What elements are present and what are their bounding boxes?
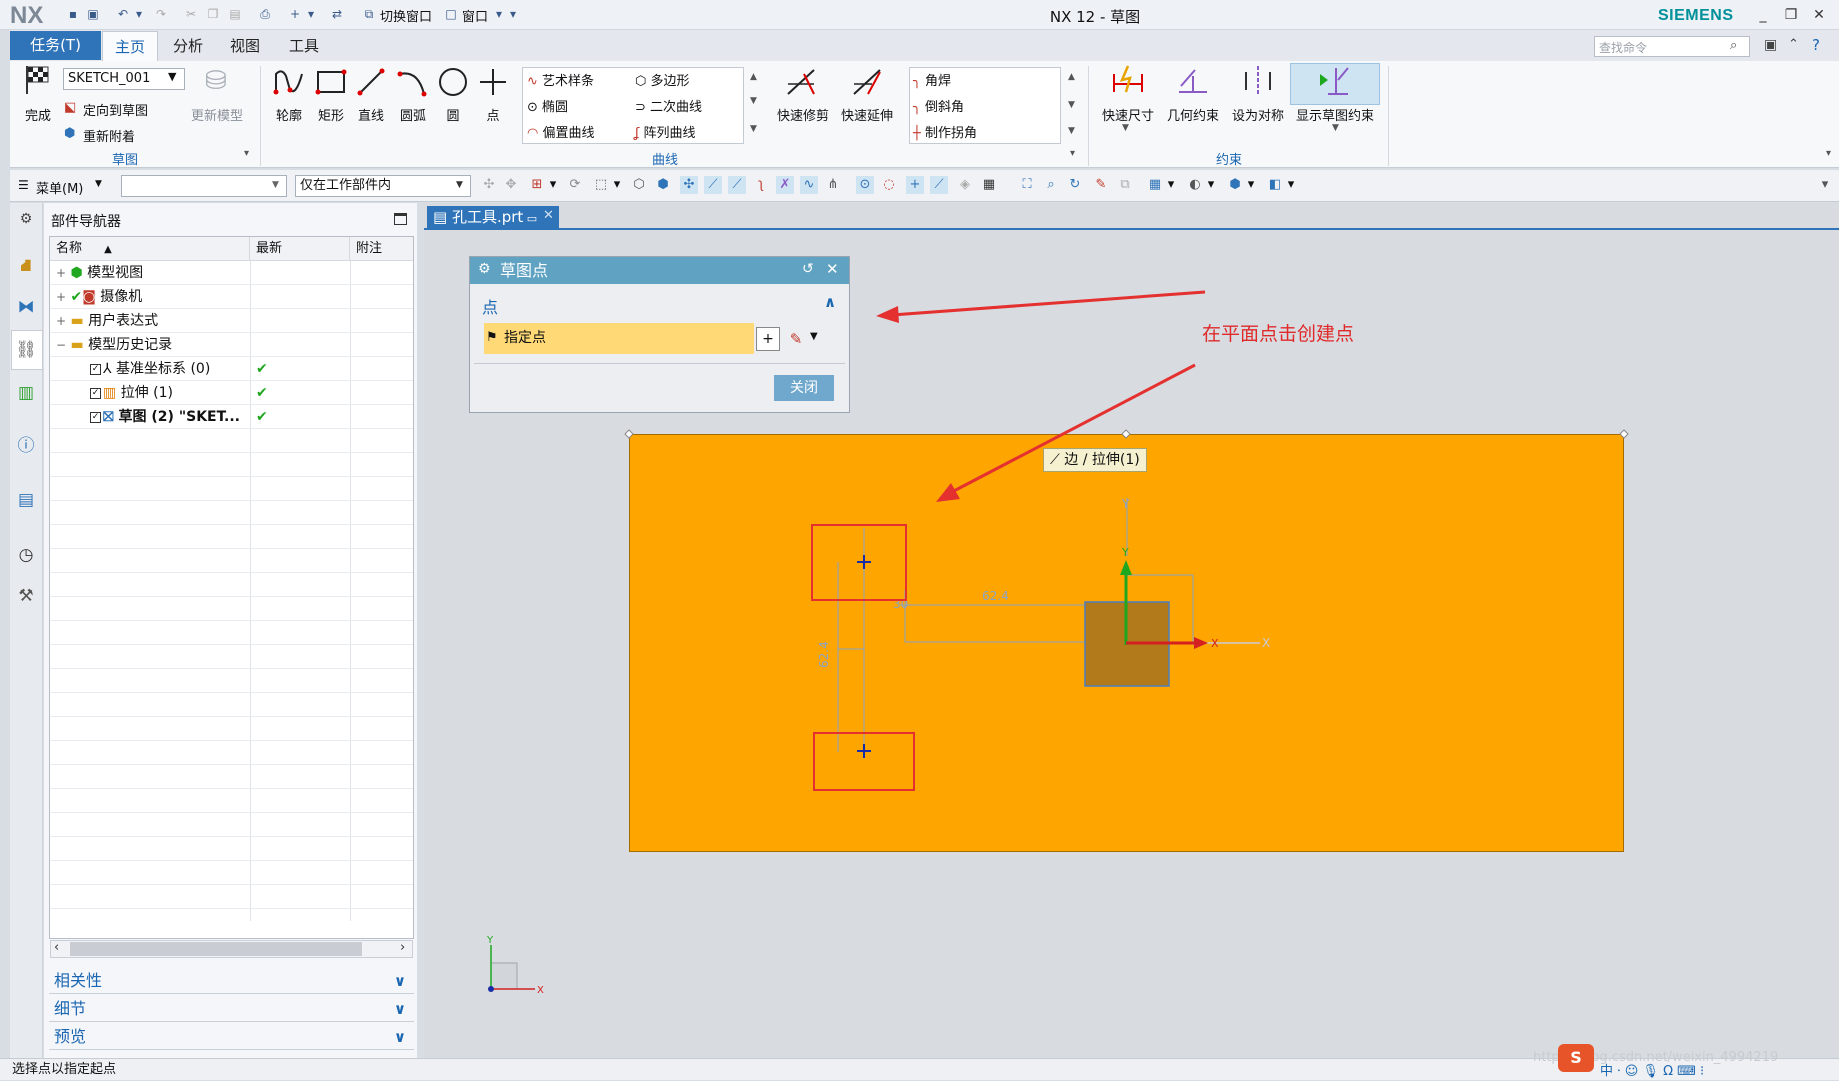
point-dialog-icon[interactable]: + bbox=[756, 327, 780, 351]
csys-y-arrowhead bbox=[1120, 560, 1132, 575]
dialog-close-icon[interactable]: ✕ bbox=[826, 260, 839, 278]
csys-y-label: Y bbox=[1121, 546, 1129, 559]
point-type-dropdown-icon[interactable]: ▼ bbox=[810, 331, 818, 342]
csys-x-label: X bbox=[1211, 637, 1219, 650]
triad-x-label: X bbox=[537, 985, 544, 996]
plane-corner-handle bbox=[624, 429, 634, 439]
collapse-section-icon[interactable]: ∧ bbox=[824, 293, 836, 311]
sketch-geometry: 62.4 30 62.4 Y X Y X Y X bbox=[486, 290, 1629, 996]
checkered-flag-icon: ⚑ bbox=[486, 330, 498, 345]
x-axis-label: X bbox=[1262, 636, 1270, 650]
reset-icon[interactable]: ↺ bbox=[802, 261, 814, 277]
plane-mid-handle bbox=[1121, 429, 1131, 439]
dialog-divider bbox=[474, 363, 845, 364]
csys-x-arrowhead bbox=[1194, 637, 1208, 649]
close-button[interactable]: 关闭 bbox=[774, 375, 834, 401]
annotation-arrowhead bbox=[876, 306, 899, 323]
annotation-text: 在平面点击创建点 bbox=[1202, 323, 1355, 345]
dimension-label: 62.4 bbox=[982, 589, 1009, 603]
annotation-arrow-to-dialog bbox=[891, 290, 1206, 317]
inferred-point-icon[interactable]: ✎ bbox=[784, 327, 808, 351]
dimension-label: 62.4 bbox=[817, 641, 831, 668]
annotation-arrowhead bbox=[936, 483, 960, 502]
annotation-arrow-to-plane bbox=[949, 363, 1196, 495]
view-triad bbox=[488, 945, 535, 992]
point-section-header[interactable]: 点 bbox=[482, 294, 498, 318]
ime-logo-icon[interactable]: S bbox=[1558, 1044, 1594, 1072]
selection-tooltip: ⟋ 边 / 拉伸(1) bbox=[1043, 448, 1147, 472]
ime-toolbar-icons[interactable]: 中 ⸱ ☺ 🎙 Ω ⌨ ⁝ bbox=[1600, 1060, 1704, 1079]
sketch-point-dialog: 草图点 ⚙ ↺ ✕ 点 ∧ 指定点 ⚑ + ✎ ▼ 关闭 bbox=[469, 256, 850, 413]
plane-corner-handle bbox=[1619, 429, 1629, 439]
edge-icon: ⟋ bbox=[1050, 452, 1065, 468]
dialog-gear-icon[interactable]: ⚙ bbox=[478, 261, 491, 277]
y-axis-label: Y bbox=[1121, 497, 1130, 511]
triad-y-label: Y bbox=[486, 935, 494, 946]
specify-point-row[interactable]: 指定点 bbox=[484, 323, 754, 354]
dialog-title[interactable]: 草图点 bbox=[470, 257, 849, 284]
